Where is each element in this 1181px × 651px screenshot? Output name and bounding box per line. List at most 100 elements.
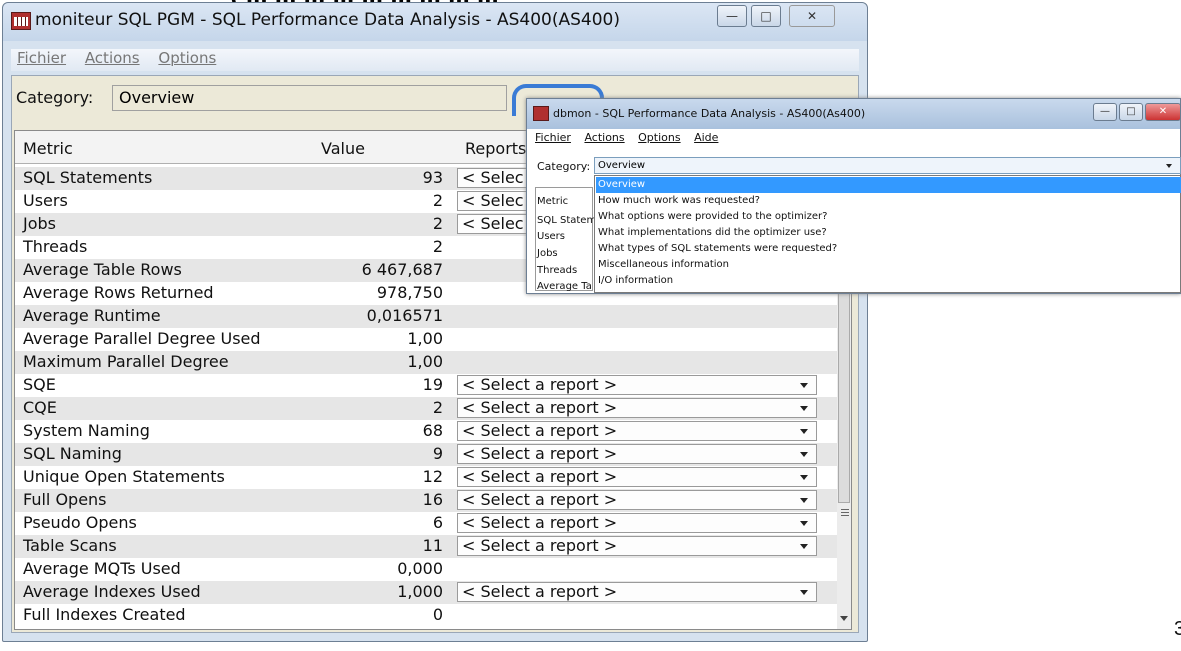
dbmon-titlebar[interactable]: dbmon - SQL Performance Data Analysis - …: [527, 99, 1181, 129]
value-cell: 1,000: [397, 582, 443, 601]
report-select-label: < Select a report >: [462, 513, 618, 532]
category-label: Category:: [16, 88, 94, 107]
chevron-down-icon: [1166, 164, 1172, 168]
value-cell: 0,000: [397, 559, 443, 578]
value-cell: 978,750: [376, 283, 443, 302]
table-row: Average Parallel Degree Used 1,00: [15, 328, 837, 351]
column-value[interactable]: Value: [321, 139, 365, 158]
dropdown-option[interactable]: Miscellaneous information: [596, 257, 1181, 273]
metric-cell: System Naming: [23, 421, 150, 440]
chevron-down-icon: [800, 383, 808, 388]
main-window-title: moniteur SQL PGM - SQL Performance Data …: [35, 10, 620, 30]
report-select[interactable]: < Select a report >: [457, 513, 817, 533]
menu-actions[interactable]: Actions: [85, 49, 140, 67]
value-cell: 9: [432, 444, 443, 463]
table-row: Average Runtime 0,016571: [15, 305, 837, 328]
report-select[interactable]: < Select a report >: [457, 398, 817, 418]
scroll-down-icon[interactable]: [840, 616, 848, 621]
chevron-down-icon: [800, 429, 808, 434]
dropdown-option[interactable]: Overview: [596, 177, 1181, 193]
report-select[interactable]: < Select a report >: [457, 582, 817, 602]
report-select-label: < Select a report >: [462, 490, 618, 509]
value-cell: 2: [432, 191, 443, 210]
minimize-button[interactable]: —: [717, 5, 747, 27]
behind-item: Users: [537, 231, 566, 242]
column-reports[interactable]: Reports: [465, 139, 526, 158]
value-cell: 6: [432, 513, 443, 532]
value-cell: 11: [422, 536, 443, 555]
dbmon-close-button[interactable]: ✕: [1145, 103, 1181, 121]
metric-cell: CQE: [23, 398, 57, 417]
value-cell: 68: [422, 421, 443, 440]
dropdown-option[interactable]: What types of SQL statements were reques…: [596, 241, 1181, 257]
metric-cell: Full Opens: [23, 490, 107, 509]
metric-cell: SQL Statements: [23, 168, 153, 187]
behind-item: Average Ta: [537, 281, 592, 292]
close-button[interactable]: ✕: [789, 5, 835, 27]
report-select-label: < Selec: [462, 191, 524, 210]
metric-cell: SQL Naming: [23, 444, 122, 463]
report-select[interactable]: < Select a report >: [457, 421, 817, 441]
table-row: Maximum Parallel Degree 1,00: [15, 351, 837, 374]
metric-cell: Average MQTs Used: [23, 559, 181, 578]
report-select-label: < Select a report >: [462, 536, 618, 555]
table-row: Table Scans 11 < Select a report >: [15, 535, 837, 558]
value-cell: 93: [422, 168, 443, 187]
app-icon: [11, 12, 31, 30]
dbmon-maximize-button[interactable]: □: [1119, 103, 1143, 121]
metric-cell: Jobs: [23, 214, 56, 233]
behind-item: Threads: [537, 265, 578, 276]
dbmon-menu-options[interactable]: Options: [638, 131, 680, 144]
chevron-down-icon: [800, 475, 808, 480]
table-row: Unique Open Statements 12 < Select a repor…: [15, 466, 837, 489]
table-row: Average MQTs Used 0,000: [15, 558, 837, 581]
metric-cell: Average Indexes Used: [23, 582, 201, 601]
dbmon-menu-aide[interactable]: Aide: [694, 131, 718, 144]
value-cell: 12: [422, 467, 443, 486]
report-select[interactable]: < Select a report >: [457, 375, 817, 395]
dbmon-menu-fichier[interactable]: Fichier: [535, 131, 571, 144]
dropdown-option[interactable]: I/O information: [596, 273, 1181, 289]
report-select[interactable]: < Select a report >: [457, 444, 817, 464]
page-number: 3: [1174, 618, 1181, 640]
value-cell: 0,016571: [366, 306, 443, 325]
value-cell: 0: [432, 605, 443, 624]
main-titlebar[interactable]: moniteur SQL PGM - SQL Performance Data …: [3, 3, 867, 41]
dbmon-window: dbmon - SQL Performance Data Analysis - …: [526, 98, 1181, 294]
dropdown-option[interactable]: What implementations did the optimizer u…: [596, 225, 1181, 241]
table-row: CQE 2 < Select a report >: [15, 397, 837, 420]
menu-options[interactable]: Options: [158, 49, 216, 67]
dropdown-option[interactable]: How much work was requested?: [596, 193, 1181, 209]
dbmon-category-select[interactable]: Overview: [594, 157, 1181, 174]
chevron-down-icon: [800, 452, 808, 457]
category-select[interactable]: Overview: [112, 85, 507, 111]
table-row: SQE 19 < Select a report >: [15, 374, 837, 397]
table-row: Full Indexes Created 0: [15, 604, 837, 627]
chevron-down-icon: [800, 498, 808, 503]
menu-fichier[interactable]: Fichier: [17, 49, 66, 67]
dbmon-minimize-button[interactable]: —: [1093, 103, 1117, 121]
chevron-down-icon: [800, 406, 808, 411]
main-menubar: Fichier Actions Options: [11, 49, 859, 71]
report-select-label: < Selec: [462, 168, 524, 187]
table-row: System Naming 68 < Select a report >: [15, 420, 837, 443]
value-cell: 2: [432, 398, 443, 417]
scrollbar-thumb[interactable]: [838, 283, 850, 510]
dropdown-option[interactable]: What options were provided to the optimi…: [596, 209, 1181, 225]
report-select-label: < Select a report >: [462, 467, 618, 486]
metric-cell: SQE: [23, 375, 56, 394]
metric-cell: Full Indexes Created: [23, 605, 186, 624]
report-select[interactable]: < Select a report >: [457, 536, 817, 556]
metric-cell: Average Rows Returned: [23, 283, 214, 302]
report-select-label: < Select a report >: [462, 444, 618, 463]
maximize-button[interactable]: □: [751, 5, 781, 27]
table-row: Pseudo Opens 6 < Select a report >: [15, 512, 837, 535]
report-select[interactable]: < Select a report >: [457, 490, 817, 510]
value-cell: 6 467,687: [361, 260, 443, 279]
dbmon-menubar: Fichier Actions Options Aide: [531, 131, 1180, 147]
chevron-down-icon: [800, 590, 808, 595]
metric-cell: Unique Open Statements: [23, 467, 225, 486]
dbmon-menu-actions[interactable]: Actions: [584, 131, 624, 144]
report-select[interactable]: < Select a report >: [457, 467, 817, 487]
column-metric[interactable]: Metric: [23, 139, 73, 158]
